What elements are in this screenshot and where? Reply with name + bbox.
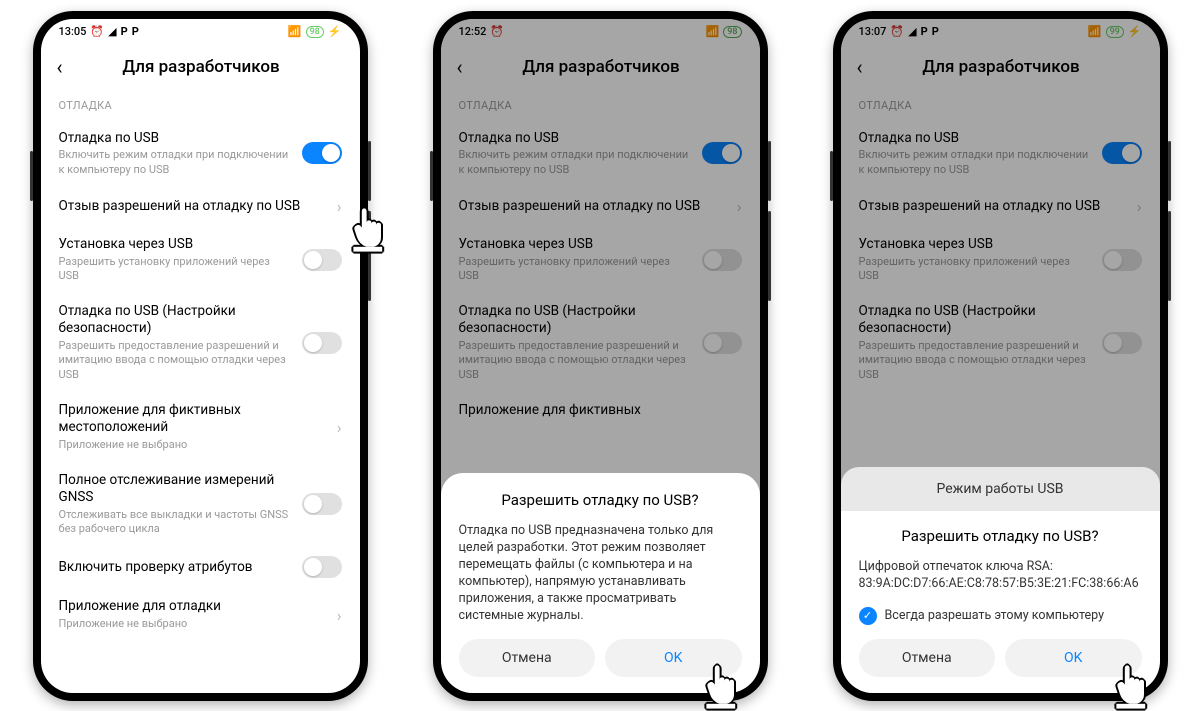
dialog-body: Отладка по USB предназначена только для … (459, 523, 742, 624)
cancel-button[interactable]: Отмена (859, 639, 996, 677)
row-mock-location[interactable]: Приложение для фиктивных местоположений … (41, 392, 360, 462)
ok-button[interactable]: OK (1005, 639, 1142, 677)
row-attr-check[interactable]: Включить проверку атрибутов (41, 546, 360, 588)
app-icon: P (121, 25, 128, 38)
row-title: Приложение для фиктивных местоположений (59, 402, 325, 436)
row-title: Отзыв разрешений на отладку по USB (59, 198, 325, 215)
back-button[interactable]: ‹ (57, 55, 63, 79)
dialog-body: Цифровой отпечаток ключа RSA: 83:9A:DC:D… (859, 559, 1142, 593)
telegram-icon: ◢ (108, 25, 116, 38)
status-time: 13:05 (59, 25, 87, 38)
ok-button[interactable]: OK (605, 639, 742, 677)
screen-2: 12:52⏰ 📶98 ‹ Для разработчиков ОТЛАДКА О… (441, 19, 760, 693)
page-title: Для разработчиков (83, 57, 320, 77)
row-title: Приложение для отладки (59, 598, 325, 615)
row-usb-debug[interactable]: Отладка по USB Включить режим отладки пр… (41, 120, 360, 187)
signal-icon: 📶 (288, 25, 302, 38)
app-icon: P (132, 25, 139, 38)
phone-frame-3: 13:07 ⏰ ◢ P P 📶 99 ⚡ ‹ Для разработчиков… (833, 11, 1168, 701)
row-revoke-usb[interactable]: Отзыв разрешений на отладку по USB › (41, 187, 360, 226)
row-subtitle: Отслеживать все выкладки и частоты GNSS … (59, 508, 290, 537)
phone-frame-1: 13:05 ⏰ ◢ P P 📶 98 ⚡ ‹ Для разработчиков… (33, 11, 368, 701)
toggle-attr-check[interactable] (302, 556, 342, 578)
row-title: Отладка по USB (Настройки безопасности) (59, 303, 290, 337)
dialog-sheet: Разрешить отладку по USB? Отладка по USB… (441, 473, 760, 692)
toggle-gnss[interactable] (302, 493, 342, 515)
toggle-usb-debug[interactable] (302, 142, 342, 164)
chevron-right-icon: › (337, 418, 342, 437)
dialog-title: Разрешить отладку по USB? (859, 527, 1142, 545)
fingerprint-value: 83:9A:DC:D7:66:AE:C8:78:57:B5:3E:21:FC:3… (859, 576, 1139, 591)
dialog-title: Разрешить отладку по USB? (459, 491, 742, 509)
modal-overlay[interactable]: Разрешить отладку по USB? Отладка по USB… (441, 19, 760, 693)
row-title: Установка через USB (59, 236, 290, 253)
row-title: Отладка по USB (59, 130, 290, 147)
row-gnss[interactable]: Полное отслеживание измерений GNSS Отсле… (41, 462, 360, 546)
row-subtitle: Приложение не выбрано (59, 438, 325, 452)
cancel-button[interactable]: Отмена (459, 639, 596, 677)
row-install-usb[interactable]: Установка через USB Разрешить установку … (41, 226, 360, 293)
charging-icon: ⚡ (328, 25, 342, 38)
status-bar: 13:05 ⏰ ◢ P P 📶 98 ⚡ (41, 19, 360, 45)
row-usb-security[interactable]: Отладка по USB (Настройки безопасности) … (41, 293, 360, 392)
row-subtitle: Включить режим отладки при подключении к… (59, 148, 290, 177)
battery-indicator: 98 (306, 26, 324, 38)
alarm-icon: ⏰ (90, 25, 104, 38)
always-allow-checkbox[interactable]: ✓ Всегда разрешать этому компьютеру (859, 607, 1142, 625)
screen-1: 13:05 ⏰ ◢ P P 📶 98 ⚡ ‹ Для разработчиков… (41, 19, 360, 693)
toggle-install-usb[interactable] (302, 249, 342, 271)
chevron-right-icon: › (337, 606, 342, 625)
screen-3: 13:07 ⏰ ◢ P P 📶 99 ⚡ ‹ Для разработчиков… (841, 19, 1160, 693)
row-subtitle: Разрешить установку приложений через USB (59, 255, 290, 284)
row-subtitle: Разрешить предоставление разрешений и им… (59, 339, 290, 382)
check-icon: ✓ (859, 607, 877, 625)
modal-overlay[interactable]: Режим работы USB Разрешить отладку по US… (841, 19, 1160, 693)
fingerprint-label: Цифровой отпечаток ключа RSA: (859, 559, 1053, 574)
phone-frame-2: 12:52⏰ 📶98 ‹ Для разработчиков ОТЛАДКА О… (433, 11, 768, 701)
toggle-usb-security[interactable] (302, 332, 342, 354)
section-label: ОТЛАДКА (41, 93, 360, 120)
row-subtitle: Приложение не выбрано (59, 617, 325, 631)
header: ‹ Для разработчиков (41, 45, 360, 93)
row-title: Включить проверку атрибутов (59, 559, 290, 576)
row-debug-app[interactable]: Приложение для отладки Приложение не выб… (41, 588, 360, 641)
checkbox-label: Всегда разрешать этому компьютеру (885, 608, 1105, 623)
chevron-right-icon: › (337, 197, 342, 216)
dialog-header-strip: Режим работы USB (841, 467, 1160, 511)
dialog-sheet: Режим работы USB Разрешить отладку по US… (841, 485, 1160, 693)
row-title: Полное отслеживание измерений GNSS (59, 472, 290, 506)
